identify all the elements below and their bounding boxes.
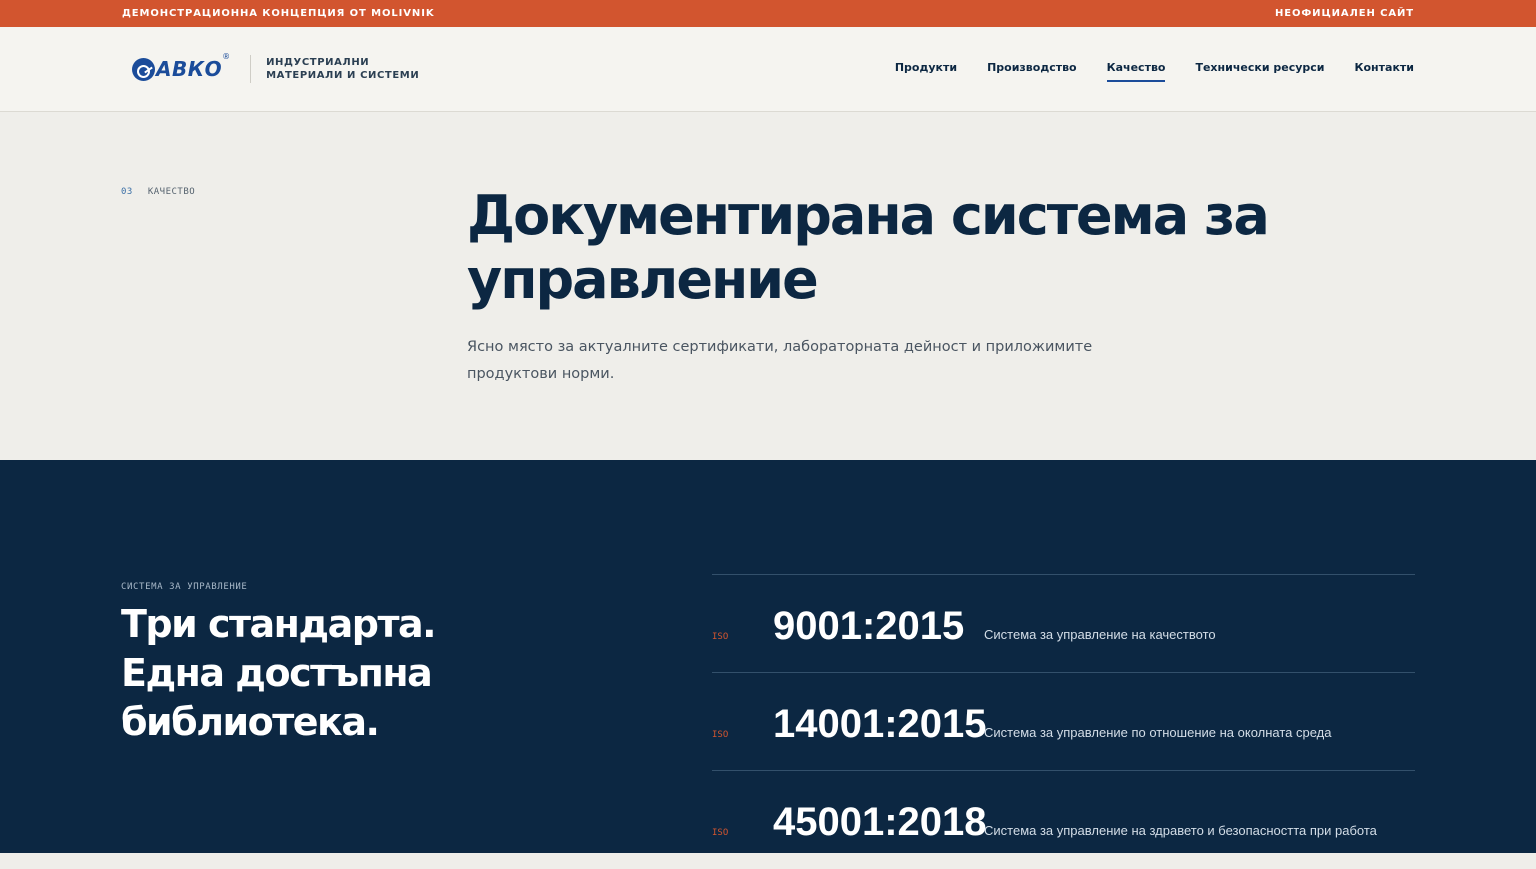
standard-row[interactable]: ISO 14001:2015 Система за управление по … — [712, 672, 1415, 770]
nav-item-quality[interactable]: Качество — [1106, 61, 1165, 82]
standard-code: 14001:2015 — [773, 702, 987, 746]
unofficial-notice: НЕОФИЦИАЛЕН САЙТ — [1274, 8, 1414, 19]
brand-tagline: ИНДУСТРИАЛНИ МАТЕРИАЛИ И СИСТЕМИ — [266, 56, 419, 82]
standard-prefix: ISO — [712, 730, 729, 740]
standards-list: ISO 9001:2015 Система за управление на к… — [712, 574, 1415, 869]
demo-notice: ДЕМОНСТРАЦИОННА КОНЦЕПЦИЯ ОТ MOLIVNIK — [122, 8, 435, 19]
management-system-section: СИСТЕМА ЗА УПРАВЛЕНИЕ Три стандарта. Едн… — [0, 460, 1536, 853]
nav-item-contacts[interactable]: Контакти — [1355, 61, 1415, 78]
standard-description: Система за управление на качеството — [984, 627, 1216, 642]
nav-item-technical-resources[interactable]: Технически ресурси — [1195, 61, 1324, 78]
nav-item-products[interactable]: Продукти — [895, 61, 957, 78]
hero-section: 03 КАЧЕСТВО Документирана система за упр… — [0, 112, 1536, 460]
standard-row[interactable]: ISO 45001:2018 Система за управление на … — [712, 770, 1415, 869]
standard-prefix: ISO — [712, 632, 729, 642]
section-breadcrumb: 03 КАЧЕСТВО — [121, 187, 195, 197]
tagline-line-2: МАТЕРИАЛИ И СИСТЕМИ — [266, 70, 420, 81]
site-header: АВКО ® ИНДУСТРИАЛНИ МАТЕРИАЛИ И СИСТЕМИ … — [0, 27, 1536, 112]
standard-code: 45001:2018 — [773, 800, 987, 844]
logo-text: АВКО — [156, 57, 223, 81]
section-eyebrow: СИСТЕМА ЗА УПРАВЛЕНИЕ — [121, 582, 248, 592]
standard-code: 9001:2015 — [773, 604, 965, 648]
section-number: 03 — [121, 187, 133, 197]
logo-link[interactable]: АВКО ® — [132, 52, 230, 81]
registered-mark: ® — [222, 52, 231, 61]
section-title: Три стандарта. Една достъпна библиотека. — [121, 602, 437, 744]
standard-description: Система за управление по отношение на ок… — [984, 725, 1332, 740]
brand-divider — [250, 55, 252, 83]
standard-description: Система за управление на здравето и безо… — [984, 823, 1377, 838]
tagline-line-1: ИНДУСТРИАЛНИ — [266, 57, 370, 68]
nav-item-production[interactable]: Производство — [987, 61, 1077, 78]
page-lead: Ясно място за актуалните сертификати, ла… — [467, 339, 1093, 382]
main-nav: Продукти Производство Качество Техническ… — [865, 61, 1415, 82]
page-title: Документирана система за управление — [467, 184, 1270, 311]
section-label: КАЧЕСТВО — [147, 187, 196, 197]
top-announcement-bar: ДЕМОНСТРАЦИОННА КОНЦЕПЦИЯ ОТ MOLIVNIK НЕ… — [0, 0, 1536, 27]
brand: АВКО ® ИНДУСТРИАЛНИ МАТЕРИАЛИ И СИСТЕМИ — [132, 27, 419, 111]
standard-prefix: ISO — [712, 828, 729, 838]
avko-logo-icon — [132, 57, 155, 81]
standard-row[interactable]: ISO 9001:2015 Система за управление на к… — [712, 574, 1415, 672]
